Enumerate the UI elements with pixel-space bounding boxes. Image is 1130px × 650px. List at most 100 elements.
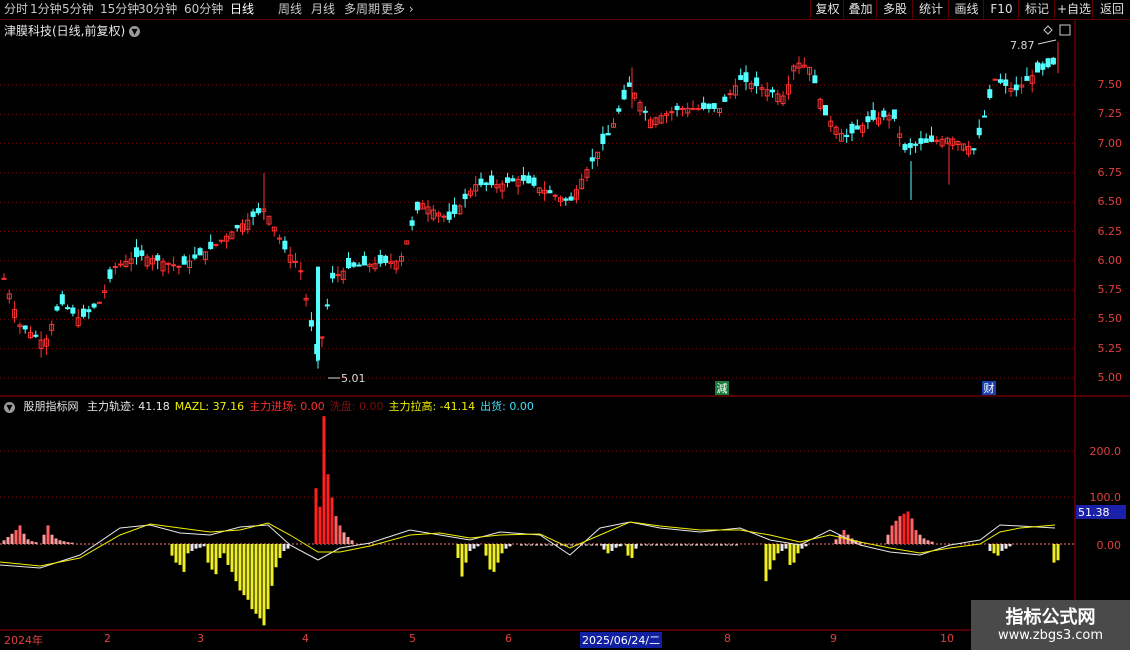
indicator-bar xyxy=(926,540,930,544)
indicator-bar xyxy=(10,533,14,544)
indicator-bar xyxy=(930,541,934,544)
candle-body xyxy=(605,133,611,136)
period-tab-4[interactable]: 30分钟 xyxy=(138,1,177,18)
indicator-bar xyxy=(768,544,772,570)
indicator-bar xyxy=(342,532,346,544)
chevron-down-icon[interactable]: ▼ xyxy=(4,401,15,413)
indicator-bar xyxy=(54,538,58,544)
date-tick: 6 xyxy=(505,632,512,645)
candle-body xyxy=(982,115,987,118)
indicator-bar xyxy=(350,540,354,544)
toolbar-button-5[interactable]: F10 xyxy=(983,0,1019,19)
candle-body xyxy=(452,204,457,214)
indicator-bar xyxy=(26,539,30,544)
toolbar-button-6[interactable]: 标记 xyxy=(1018,0,1055,19)
candle-body xyxy=(414,201,420,211)
candle-body xyxy=(600,133,606,145)
candle-body xyxy=(1,277,7,280)
period-tab-1[interactable]: 1分钟 xyxy=(30,1,62,18)
period-tab-7[interactable]: 周线 xyxy=(278,1,302,18)
candle-body xyxy=(1013,84,1019,91)
indicator-bar xyxy=(22,533,26,544)
period-tab-2[interactable]: 5分钟 xyxy=(62,1,94,18)
toolbar-button-1[interactable]: 叠加 xyxy=(843,0,877,19)
indicator-bar xyxy=(6,537,10,544)
date-tick: 9 xyxy=(830,632,837,645)
indicator-bar xyxy=(772,544,776,561)
indicator-bar xyxy=(62,541,66,544)
period-tab-3[interactable]: 15分钟 xyxy=(100,1,139,18)
indicator-bar xyxy=(764,544,768,582)
candle-body xyxy=(626,82,632,87)
indicator-bar xyxy=(238,544,242,591)
period-tab-8[interactable]: 月线 xyxy=(311,1,335,18)
indicator-bar xyxy=(792,544,796,563)
price-tick: 6.50 xyxy=(1097,195,1123,209)
period-tab-10[interactable]: 更多 › xyxy=(381,1,414,18)
indicator-bar xyxy=(182,544,186,572)
date-tick: 10 xyxy=(940,632,954,645)
indicator-bar xyxy=(318,506,322,544)
candle-body xyxy=(589,157,595,162)
toolbar-button-7[interactable]: +自选 xyxy=(1054,0,1093,19)
toolbar-button-3[interactable]: 统计 xyxy=(912,0,949,19)
candle-body xyxy=(642,110,648,113)
candle-body xyxy=(918,138,924,144)
candle-body xyxy=(446,211,452,220)
period-tab-9[interactable]: 多周期 xyxy=(344,1,380,18)
indicator-bar xyxy=(796,544,800,554)
candle-body xyxy=(568,196,574,201)
candle-body xyxy=(616,108,622,112)
price-tick: 7.50 xyxy=(1097,78,1123,91)
indicator-bar xyxy=(326,474,330,544)
candle-body xyxy=(409,220,415,226)
indicator-title: ▼ 股朋指标网 主力轨迹: 41.18 MAZL: 37.16 主力进场: 0.00… xyxy=(4,398,544,414)
candle-body xyxy=(679,107,685,110)
candle-body xyxy=(754,77,760,87)
candle-body xyxy=(361,255,367,266)
candle-body xyxy=(250,211,256,217)
candle-body xyxy=(33,334,39,337)
date-tick: 8 xyxy=(724,632,731,645)
high-arrow xyxy=(1037,39,1057,45)
period-tab-6[interactable]: 日线 xyxy=(230,1,254,18)
indicator-bar xyxy=(838,534,842,544)
candle-body xyxy=(823,105,828,116)
candle-body xyxy=(478,178,484,186)
candle-body xyxy=(992,78,998,81)
toolbar-button-4[interactable]: 画线 xyxy=(948,0,984,19)
candle-body xyxy=(308,320,314,327)
candle-body xyxy=(870,110,876,120)
indicator-bar xyxy=(50,534,54,544)
candle-body xyxy=(81,308,86,317)
indicator-value: 主力轨迹: 41.18 xyxy=(87,400,170,413)
candle-body xyxy=(324,304,330,307)
indicator-values: 主力轨迹: 41.18 MAZL: 37.16 主力进场: 0.00 洗盘: 0.00… xyxy=(87,400,539,413)
indicator-bar xyxy=(834,539,838,544)
indicator-bar xyxy=(476,544,480,547)
indicator-bar xyxy=(190,544,194,551)
candle-body xyxy=(547,190,553,194)
indicator-bar xyxy=(186,544,190,554)
indicator-bar xyxy=(210,544,214,570)
toolbar-button-2[interactable]: 多股 xyxy=(876,0,913,19)
price-tick: 6.25 xyxy=(1097,224,1123,238)
current-value-text: 51.38 xyxy=(1078,506,1110,519)
toolbar-button-8[interactable]: 返回 xyxy=(1092,0,1130,19)
indicator-value: MAZL: 37.16 xyxy=(174,400,245,413)
indicator-bar xyxy=(776,544,780,554)
indicator-value: 主力进场: 0.00 xyxy=(249,400,325,413)
price-tick: 6.00 xyxy=(1097,253,1123,267)
toolbar-button-0[interactable]: 复权 xyxy=(810,0,844,19)
indicator-bar xyxy=(1004,544,1008,549)
period-tab-0[interactable]: 分时 xyxy=(4,1,28,18)
indicator-bar xyxy=(508,544,512,547)
candle-body xyxy=(711,103,717,109)
diamond-icon xyxy=(1043,25,1053,35)
candle-body xyxy=(356,264,362,267)
candle-body xyxy=(1045,58,1051,68)
period-tab-5[interactable]: 60分钟 xyxy=(184,1,223,18)
indicator-bar xyxy=(58,540,62,544)
indicator-bar xyxy=(66,542,70,544)
indicator-bar xyxy=(254,544,258,614)
